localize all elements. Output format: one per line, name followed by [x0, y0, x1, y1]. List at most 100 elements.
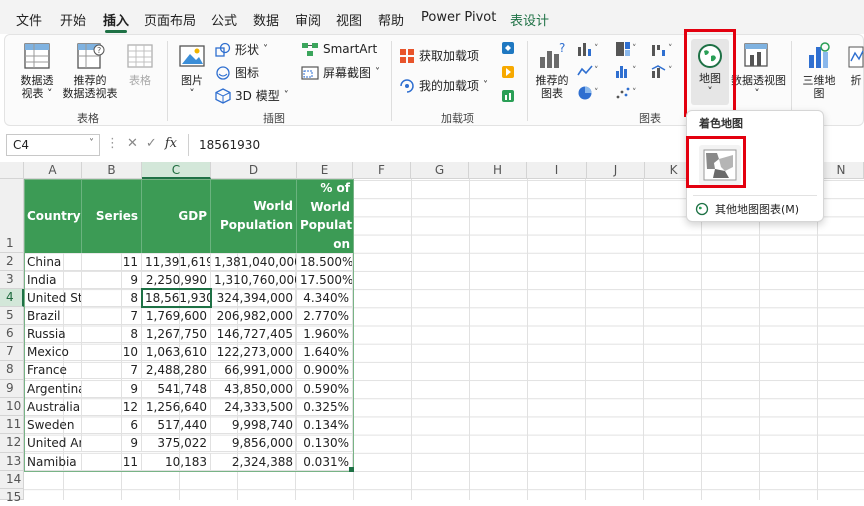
- 3d-map-button[interactable]: 三维地 图: [799, 41, 839, 100]
- cell-series[interactable]: 11: [82, 453, 142, 471]
- column-header[interactable]: E: [297, 162, 353, 179]
- column-header[interactable]: J: [587, 162, 645, 179]
- tab-insert[interactable]: 插入: [103, 10, 129, 33]
- cell-country[interactable]: Argentina: [24, 380, 82, 398]
- row-header[interactable]: 6: [0, 325, 24, 343]
- pie-chart-button[interactable]: ˅: [577, 85, 599, 101]
- cell-population[interactable]: 122,273,000: [211, 343, 297, 361]
- waterfall-chart-button[interactable]: ˅: [651, 41, 673, 57]
- tab-review[interactable]: 审阅: [295, 10, 321, 29]
- cell-gdp[interactable]: 11,391,619: [142, 253, 211, 271]
- cell-country[interactable]: Mexico: [24, 343, 82, 361]
- bar-chart-button[interactable]: ˅: [615, 63, 637, 79]
- pivot-table-button[interactable]: 数据透 视表 ˅: [17, 41, 57, 100]
- tab-data[interactable]: 数据: [253, 10, 279, 29]
- hierarchy-chart-button[interactable]: ˅: [615, 41, 637, 57]
- cell-gdp[interactable]: 1,769,600: [142, 307, 211, 325]
- cell-country[interactable]: Namibia: [24, 453, 82, 471]
- tab-home[interactable]: 开始: [60, 10, 86, 29]
- more-options-icon[interactable]: ⋮: [106, 136, 119, 151]
- row-header[interactable]: 12: [0, 434, 24, 453]
- cell-population[interactable]: 1,381,040,000: [211, 253, 297, 271]
- tab-formulas[interactable]: 公式: [211, 10, 237, 29]
- cell-country[interactable]: United Sta: [24, 289, 82, 307]
- chevron-down-icon[interactable]: ˅: [89, 138, 94, 149]
- tab-help[interactable]: 帮助: [378, 10, 404, 29]
- cell-series[interactable]: 11: [82, 253, 142, 271]
- people-graph-icon[interactable]: [501, 89, 515, 103]
- cell-population[interactable]: 9,998,740: [211, 416, 297, 434]
- cell-gdp[interactable]: 1,256,640: [142, 398, 211, 416]
- cell-country[interactable]: Russia: [24, 325, 82, 343]
- cell-pct[interactable]: 0.130%: [297, 434, 353, 452]
- row-header[interactable]: 9: [0, 380, 24, 398]
- cell-country[interactable]: Brazil: [24, 307, 82, 325]
- row-header[interactable]: 14: [0, 471, 24, 489]
- recommended-pivot-button[interactable]: ? 推荐的 数据透视表: [59, 41, 121, 100]
- cell-pct[interactable]: 1.640%: [297, 343, 353, 361]
- column-header[interactable]: C: [142, 162, 211, 179]
- cell-population[interactable]: 24,333,500: [211, 398, 297, 416]
- cell-series[interactable]: 12: [82, 398, 142, 416]
- row-header[interactable]: 1: [0, 179, 24, 253]
- row-header[interactable]: 2: [0, 253, 24, 271]
- row-header[interactable]: 15: [0, 489, 24, 504]
- cell-pct[interactable]: 0.900%: [297, 361, 353, 379]
- column-chart-button[interactable]: ˅: [577, 41, 599, 57]
- cell-gdp[interactable]: 1,063,610: [142, 343, 211, 361]
- cell-population[interactable]: 66,991,000: [211, 361, 297, 379]
- row-header[interactable]: 10: [0, 398, 24, 416]
- get-addins-button[interactable]: 获取加载项: [399, 47, 479, 64]
- cell-series[interactable]: 8: [82, 325, 142, 343]
- cell-series[interactable]: 7: [82, 307, 142, 325]
- column-header[interactable]: G: [411, 162, 469, 179]
- cell-pct[interactable]: 2.770%: [297, 307, 353, 325]
- cell-population[interactable]: 9,856,000: [211, 434, 297, 452]
- cell-country[interactable]: Australia: [24, 398, 82, 416]
- recommended-charts-button[interactable]: ? 推荐的 图表: [533, 41, 571, 100]
- cell-population[interactable]: 43,850,000: [211, 380, 297, 398]
- cell-pct[interactable]: 17.500%: [297, 271, 353, 289]
- cell-gdp[interactable]: 1,267,750: [142, 325, 211, 343]
- sparklines-button[interactable]: 折: [847, 41, 864, 87]
- cell-pct[interactable]: 0.325%: [297, 398, 353, 416]
- active-cell-selection[interactable]: [141, 288, 212, 308]
- cell-country[interactable]: Sweden: [24, 416, 82, 434]
- cell-population[interactable]: 1,310,760,000: [211, 271, 297, 289]
- cell-series[interactable]: 9: [82, 271, 142, 289]
- header-pct-world-population[interactable]: % of World Populati on: [297, 179, 356, 253]
- addin-tile-icon[interactable]: [501, 41, 515, 55]
- cell-gdp[interactable]: 541,748: [142, 380, 211, 398]
- cell-gdp[interactable]: 2,250,990: [142, 271, 211, 289]
- cell-series[interactable]: 6: [82, 416, 142, 434]
- column-header[interactable]: B: [82, 162, 142, 179]
- header-world-population[interactable]: World Population: [211, 179, 297, 253]
- header-country[interactable]: Country: [24, 179, 82, 253]
- row-header[interactable]: 3: [0, 271, 24, 289]
- cell-pct[interactable]: 0.590%: [297, 380, 353, 398]
- cancel-icon[interactable]: ✕: [127, 136, 138, 151]
- my-addins-button[interactable]: 我的加载项 ˅: [399, 77, 488, 94]
- cell-pct[interactable]: 4.340%: [297, 289, 353, 307]
- row-header[interactable]: 8: [0, 361, 24, 380]
- row-header[interactable]: 13: [0, 453, 24, 471]
- tab-view[interactable]: 视图: [336, 10, 362, 29]
- cell-pct[interactable]: 18.500%: [297, 253, 353, 271]
- bing-maps-icon[interactable]: [501, 65, 515, 79]
- cell-gdp[interactable]: 2,488,280: [142, 361, 211, 379]
- row-header[interactable]: 11: [0, 416, 24, 434]
- pivot-chart-button[interactable]: 数据透视图 ˅: [731, 41, 786, 100]
- screenshot-button[interactable]: 屏幕截图 ˅: [301, 64, 380, 81]
- tab-page-layout[interactable]: 页面布局: [144, 10, 196, 29]
- column-header[interactable]: A: [24, 162, 82, 179]
- cell-series[interactable]: 10: [82, 343, 142, 361]
- tab-file[interactable]: 文件: [16, 10, 42, 29]
- combo-chart-button[interactable]: ˅: [651, 63, 673, 79]
- row-header[interactable]: 5: [0, 307, 24, 325]
- cell-population[interactable]: 206,982,000: [211, 307, 297, 325]
- row-header[interactable]: 4: [0, 289, 24, 307]
- column-header[interactable]: D: [211, 162, 297, 179]
- cell-series[interactable]: 8: [82, 289, 142, 307]
- enter-icon[interactable]: ✓: [146, 136, 157, 151]
- cell-pct[interactable]: 0.031%: [297, 453, 353, 471]
